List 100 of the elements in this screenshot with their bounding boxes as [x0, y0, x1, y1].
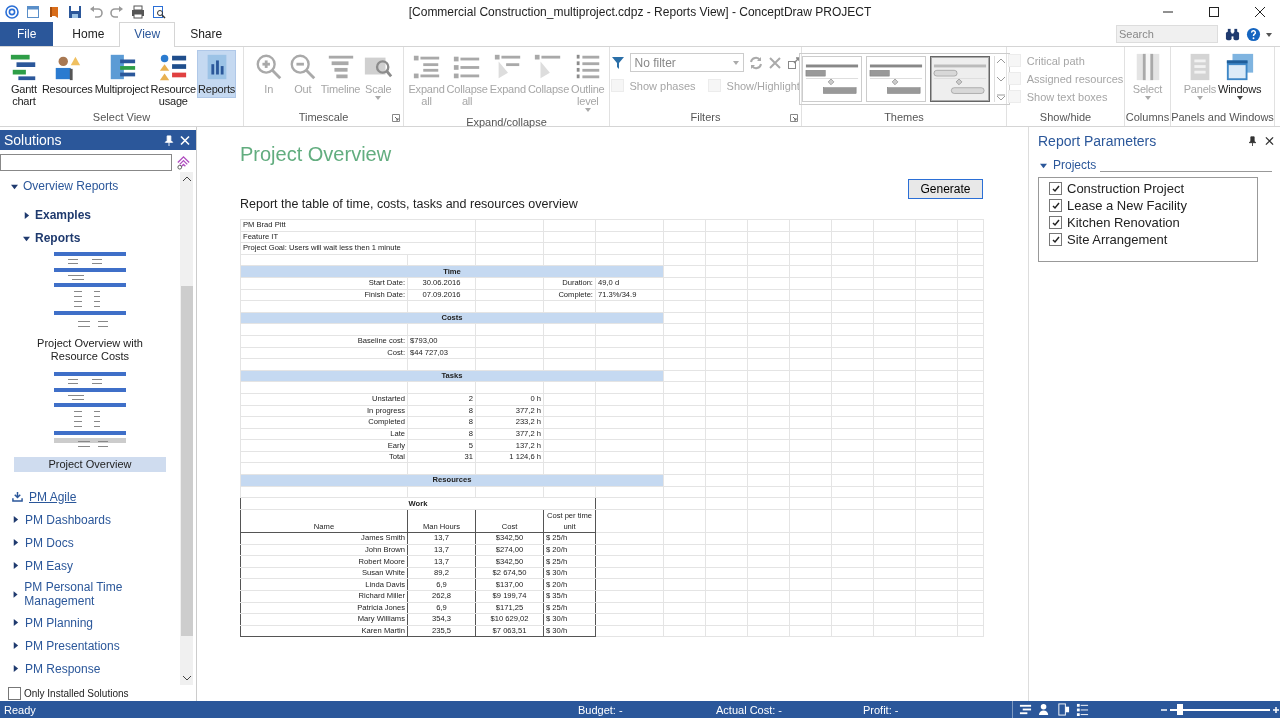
launcher-icon[interactable] — [790, 114, 798, 122]
solution-item[interactable]: PM Planning — [25, 615, 94, 630]
actual-cost-text: Actual Cost: - — [716, 703, 784, 716]
checkmark-icon — [1050, 234, 1061, 245]
scroll-down-icon[interactable] — [182, 675, 191, 681]
slider-thumb[interactable] — [1177, 703, 1183, 715]
pin-icon[interactable] — [1248, 136, 1257, 146]
collapsed-icon[interactable] — [12, 642, 19, 649]
close-icon[interactable] — [1265, 136, 1274, 146]
window-title: [Commercial Construction_multiproject.cdpz - Reports View] - ConceptDraw PROJECT — [408, 5, 872, 19]
panel-title: Solutions — [4, 132, 63, 148]
maximize-icon[interactable] — [1208, 6, 1220, 18]
help-icon[interactable] — [1246, 27, 1261, 42]
checkbox[interactable]: Only Installed Solutions — [0, 685, 196, 701]
collapsed-icon — [23, 211, 30, 219]
collapsed-icon[interactable] — [12, 516, 19, 523]
section-toggle[interactable]: Projects — [1040, 158, 1097, 172]
generate-button[interactable]: Generate — [908, 179, 983, 199]
print-preview-icon[interactable] — [152, 5, 166, 19]
collapsed-icon[interactable] — [12, 562, 19, 569]
tree-item[interactable]: Examples — [0, 205, 180, 225]
windows-icon — [1224, 52, 1255, 82]
group-label: Select View — [92, 110, 151, 125]
zoom-in-icon[interactable] — [1272, 705, 1280, 714]
checkbox[interactable]: Kitchen Renovation — [1049, 214, 1247, 231]
group-label: Expand/collapse — [466, 115, 547, 129]
group-label: Timescale — [298, 110, 349, 125]
layout-icon[interactable] — [1019, 703, 1032, 716]
expanded-icon — [1040, 161, 1047, 169]
filter-value: No filter — [634, 55, 677, 70]
caret-icon — [732, 60, 739, 65]
expanded-icon — [11, 182, 18, 190]
file-tab[interactable]: File — [0, 22, 54, 46]
door-icon[interactable] — [1057, 703, 1070, 716]
people-bars-icon — [158, 52, 189, 82]
theme-thumbnail[interactable] — [929, 56, 990, 102]
collapsed-icon[interactable] — [12, 619, 19, 626]
profit-text: Profit: - — [863, 703, 900, 716]
launcher-icon[interactable] — [392, 114, 400, 122]
more-icon[interactable] — [996, 94, 1005, 100]
binoculars-icon[interactable] — [1225, 27, 1240, 42]
collapsed-icon[interactable] — [12, 539, 19, 546]
solution-item[interactable]: PM Presentations — [25, 638, 120, 653]
ribbon-tab[interactable]: Share — [175, 22, 238, 46]
print-icon[interactable] — [131, 5, 145, 19]
solution-link[interactable]: PM Agile — [29, 489, 77, 504]
scrollbar[interactable] — [180, 172, 193, 685]
collapsed-icon[interactable] — [12, 590, 19, 598]
ribbon-button[interactable]: Resource usage — [149, 50, 197, 110]
ribbon-button[interactable]: Gantt chart — [6, 50, 41, 110]
book-icon[interactable] — [47, 5, 61, 19]
solution-item[interactable]: PM Personal Time Management — [24, 580, 180, 608]
search-field[interactable] — [0, 154, 172, 171]
save-icon[interactable] — [68, 5, 82, 19]
expanded-icon — [23, 234, 30, 242]
checkbox[interactable]: Lease a New Facility — [1049, 197, 1247, 214]
search-layers-icon[interactable] — [176, 155, 191, 170]
checkbox[interactable]: Construction Project — [1049, 180, 1247, 197]
group-label: Show/hide — [1039, 110, 1092, 125]
tree-item[interactable]: Overview Reports — [0, 176, 180, 196]
checkmark-icon — [1050, 183, 1061, 194]
solution-item[interactable]: PM Response — [25, 661, 101, 676]
person-icon[interactable] — [1038, 703, 1051, 716]
tree-item[interactable]: Reports — [0, 228, 180, 248]
checkbox[interactable]: Site Arrangement — [1049, 231, 1247, 248]
undo-icon[interactable] — [89, 5, 103, 19]
ribbon-button[interactable]: Windows — [1217, 50, 1263, 103]
redo-icon[interactable] — [110, 5, 124, 19]
download-icon[interactable] — [12, 491, 23, 502]
group-label: Themes — [884, 110, 924, 125]
report-template[interactable]: Project Overview with Resource Costs — [0, 251, 180, 363]
ribbon-button[interactable]: Resources — [40, 50, 94, 98]
solution-item[interactable]: PM Dashboards — [25, 512, 112, 527]
group-label: Filters — [690, 110, 721, 125]
report-template[interactable]: Project Overview — [0, 371, 180, 472]
caret-icon[interactable] — [1266, 33, 1272, 37]
ribbon-tab[interactable]: View — [119, 22, 176, 47]
checkmark-icon — [1050, 200, 1061, 211]
budget-text: Budget: - — [578, 703, 624, 716]
ribbon-tab[interactable]: Home — [57, 22, 120, 46]
scroll-up-icon[interactable] — [182, 176, 191, 182]
ribbon-button[interactable]: Reports — [197, 50, 237, 98]
report-description: Report the table of time, costs, tasks and resources overview — [240, 197, 579, 213]
status-text: Ready — [3, 703, 37, 716]
group-label: Columns — [1125, 110, 1170, 125]
ribbon-button[interactable]: Multiproject — [93, 50, 150, 98]
close-icon[interactable] — [1254, 6, 1266, 18]
filter-icon[interactable] — [610, 55, 625, 70]
window-icon[interactable] — [26, 5, 40, 19]
checkmark-icon — [1050, 217, 1061, 228]
app-logo-icon[interactable] — [5, 5, 19, 19]
group-label: Panels and Windows — [1171, 110, 1274, 125]
solution-item[interactable]: PM Easy — [25, 558, 73, 573]
collapsed-icon[interactable] — [12, 665, 19, 672]
list-icon[interactable] — [1076, 703, 1089, 716]
export-icon[interactable] — [786, 55, 801, 70]
report-title: Project Overview — [240, 143, 393, 167]
panel-title: Report Parameters — [1038, 133, 1158, 149]
filter-dropdown[interactable]: No filter — [629, 53, 744, 72]
solution-item[interactable]: PM Docs — [25, 535, 74, 550]
